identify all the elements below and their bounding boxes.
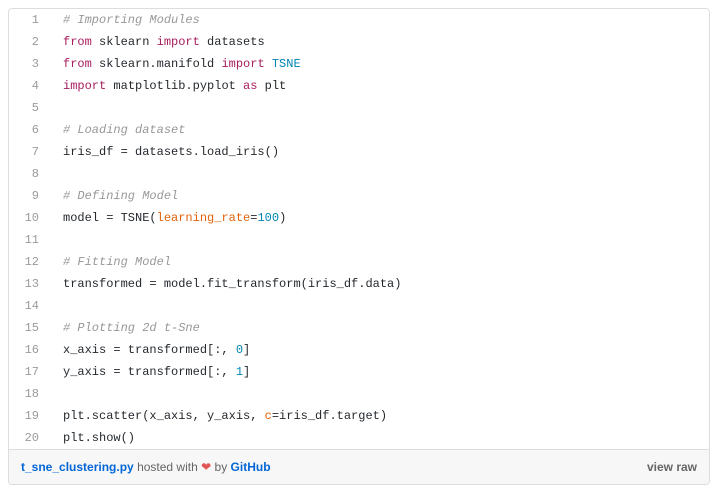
line-code[interactable]: transformed = model.fit_transform(iris_d… [51, 273, 709, 295]
line-number[interactable]: 13 [9, 273, 51, 295]
code-row: 14 [9, 295, 709, 317]
line-number[interactable]: 18 [9, 383, 51, 405]
code-area: 1# Importing Modules2from sklearn import… [9, 9, 709, 449]
line-number[interactable]: 5 [9, 97, 51, 119]
gist-container: 1# Importing Modules2from sklearn import… [8, 8, 710, 485]
line-code[interactable]: plt.scatter(x_axis, y_axis, c=iris_df.ta… [51, 405, 709, 427]
view-raw-link[interactable]: view raw [647, 460, 697, 474]
line-number[interactable]: 15 [9, 317, 51, 339]
github-link[interactable]: GitHub [231, 460, 271, 474]
hosted-with-text: hosted with [137, 460, 201, 474]
line-code[interactable]: # Plotting 2d t-Sne [51, 317, 709, 339]
code-row: 7iris_df = datasets.load_iris() [9, 141, 709, 163]
code-row: 8 [9, 163, 709, 185]
line-number[interactable]: 20 [9, 427, 51, 449]
line-number[interactable]: 4 [9, 75, 51, 97]
line-number[interactable]: 16 [9, 339, 51, 361]
line-number[interactable]: 1 [9, 9, 51, 31]
code-row: 17y_axis = transformed[:, 1] [9, 361, 709, 383]
line-number[interactable]: 3 [9, 53, 51, 75]
code-row: 16x_axis = transformed[:, 0] [9, 339, 709, 361]
code-row: 18 [9, 383, 709, 405]
line-code[interactable] [51, 295, 709, 317]
line-code[interactable]: import matplotlib.pyplot as plt [51, 75, 709, 97]
code-row: 10model = TSNE(learning_rate=100) [9, 207, 709, 229]
line-code[interactable]: # Fitting Model [51, 251, 709, 273]
code-row: 15# Plotting 2d t-Sne [9, 317, 709, 339]
line-number[interactable]: 6 [9, 119, 51, 141]
code-row: 5 [9, 97, 709, 119]
line-code[interactable] [51, 383, 709, 405]
line-number[interactable]: 14 [9, 295, 51, 317]
gist-meta-left: t_sne_clustering.py hosted with ❤ by Git… [21, 460, 271, 474]
code-row: 13transformed = model.fit_transform(iris… [9, 273, 709, 295]
line-code[interactable]: x_axis = transformed[:, 0] [51, 339, 709, 361]
line-number[interactable]: 9 [9, 185, 51, 207]
line-code[interactable]: plt.show() [51, 427, 709, 449]
line-number[interactable]: 19 [9, 405, 51, 427]
code-row: 2from sklearn import datasets [9, 31, 709, 53]
code-row: 20plt.show() [9, 427, 709, 449]
code-row: 11 [9, 229, 709, 251]
code-row: 9# Defining Model [9, 185, 709, 207]
line-number[interactable]: 2 [9, 31, 51, 53]
line-code[interactable]: from sklearn import datasets [51, 31, 709, 53]
line-number[interactable]: 17 [9, 361, 51, 383]
line-code[interactable] [51, 229, 709, 251]
line-code[interactable] [51, 163, 709, 185]
code-row: 1# Importing Modules [9, 9, 709, 31]
line-code[interactable]: y_axis = transformed[:, 1] [51, 361, 709, 383]
code-row: 12# Fitting Model [9, 251, 709, 273]
line-code[interactable]: # Loading dataset [51, 119, 709, 141]
code-row: 4import matplotlib.pyplot as plt [9, 75, 709, 97]
line-code[interactable]: # Importing Modules [51, 9, 709, 31]
line-code[interactable] [51, 97, 709, 119]
by-text: by [215, 460, 231, 474]
line-code[interactable]: iris_df = datasets.load_iris() [51, 141, 709, 163]
line-code[interactable]: from sklearn.manifold import TSNE [51, 53, 709, 75]
code-row: 3from sklearn.manifold import TSNE [9, 53, 709, 75]
line-number[interactable]: 10 [9, 207, 51, 229]
line-code[interactable]: model = TSNE(learning_rate=100) [51, 207, 709, 229]
line-number[interactable]: 8 [9, 163, 51, 185]
code-row: 6# Loading dataset [9, 119, 709, 141]
code-row: 19plt.scatter(x_axis, y_axis, c=iris_df.… [9, 405, 709, 427]
line-number[interactable]: 12 [9, 251, 51, 273]
line-number[interactable]: 7 [9, 141, 51, 163]
line-number[interactable]: 11 [9, 229, 51, 251]
gist-filename-link[interactable]: t_sne_clustering.py [21, 460, 134, 474]
line-code[interactable]: # Defining Model [51, 185, 709, 207]
gist-footer: t_sne_clustering.py hosted with ❤ by Git… [9, 449, 709, 484]
heart-icon: ❤ [201, 460, 211, 474]
